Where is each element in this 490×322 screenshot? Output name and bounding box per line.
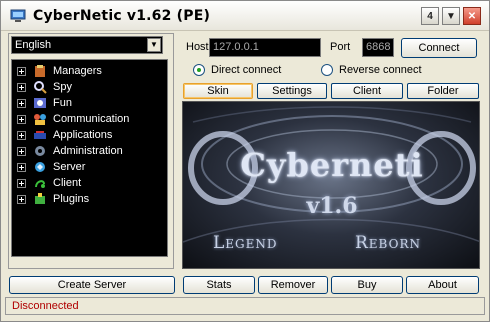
port-input[interactable]: 6868 [362,38,394,57]
expand-icon[interactable] [17,66,26,76]
tab-skin[interactable]: Skin [183,83,253,99]
spy-icon [33,80,47,94]
chevron-down-icon[interactable]: ▼ [147,38,161,52]
language-select[interactable]: English ▼ [11,36,163,54]
skin-banner: Cyberneti v1.6 Legend Reborn [182,101,480,269]
status-bar: Disconnected [5,297,485,315]
tree-item-label: Fun [53,97,72,109]
app-icon [10,9,26,23]
tree-item-administration[interactable]: Administration [12,143,167,159]
banner-legend-text: Legend [213,233,278,253]
client-icon [33,176,47,190]
expand-icon[interactable] [17,194,26,204]
tab-client[interactable]: Client [331,83,403,99]
create-server-button[interactable]: Create Server [9,276,175,294]
tree-item-label: Administration [53,145,123,157]
applications-icon [33,128,47,142]
host-input[interactable]: 127.0.0.1 [209,38,321,57]
reverse-connect-radio[interactable]: Reverse connect [321,64,422,76]
tree-item-label: Managers [53,65,102,77]
window-title: CyberNetic v1.62 (PE) [33,8,211,24]
minimize-button[interactable]: ▼ [442,7,460,25]
tree-item-spy[interactable]: Spy [12,79,167,95]
connection-status: Disconnected [12,300,79,312]
expand-icon[interactable] [17,178,26,188]
command-tree[interactable]: Managers Spy Fun Communication Applicati… [11,59,168,257]
tree-item-managers[interactable]: Managers [12,63,167,79]
buy-button[interactable]: Buy [331,276,403,294]
tree-item-label: Server [53,161,86,173]
tree-item-applications[interactable]: Applications [12,127,167,143]
server-icon [33,160,47,174]
expand-icon[interactable] [17,146,26,156]
banner-title: Cyberneti [240,146,424,184]
radio-unselected-icon[interactable] [321,64,333,76]
administration-icon [33,144,47,158]
managers-icon [33,64,47,78]
plugins-icon [33,192,47,206]
tree-item-label: Plugins [53,193,90,205]
tree-item-label: Communication [53,113,130,125]
main-window: CyberNetic v1.62 (PE) 4 ▼ ✕ English ▼ Ma… [0,0,490,322]
tab-folder[interactable]: Folder [407,83,479,99]
tree-item-label: Client [53,177,82,189]
communication-icon [33,112,47,126]
remover-button[interactable]: Remover [258,276,328,294]
tree-item-label: Spy [53,81,72,93]
direct-connect-radio[interactable]: Direct connect [193,64,281,76]
expand-icon[interactable] [17,130,26,140]
fun-icon [33,96,47,110]
expand-icon[interactable] [17,162,26,172]
port-label: Port [330,41,351,53]
tree-item-fun[interactable]: Fun [12,95,167,111]
tree-item-server[interactable]: Server [12,159,167,175]
banner-reborn-text: Reborn [355,233,421,253]
tray-button[interactable]: 4 [421,7,439,25]
radio-selected-icon[interactable] [193,64,205,76]
tab-settings[interactable]: Settings [257,83,327,99]
about-button[interactable]: About [406,276,479,294]
tree-item-client[interactable]: Client [12,175,167,191]
reverse-connect-label: Reverse connect [339,64,422,76]
expand-icon[interactable] [17,114,26,124]
direct-connect-label: Direct connect [211,64,282,76]
banner-version: v1.6 [306,193,358,219]
host-label: Host [186,41,209,53]
tree-item-label: Applications [53,129,113,141]
tree-item-plugins[interactable]: Plugins [12,191,167,207]
stats-button[interactable]: Stats [183,276,255,294]
expand-icon[interactable] [17,82,26,92]
title-bar[interactable]: CyberNetic v1.62 (PE) 4 ▼ ✕ [1,1,489,31]
close-button[interactable]: ✕ [463,7,481,25]
tree-item-communication[interactable]: Communication [12,111,167,127]
expand-icon[interactable] [17,98,26,108]
connect-button[interactable]: Connect [401,38,477,58]
language-value: English [15,39,52,51]
